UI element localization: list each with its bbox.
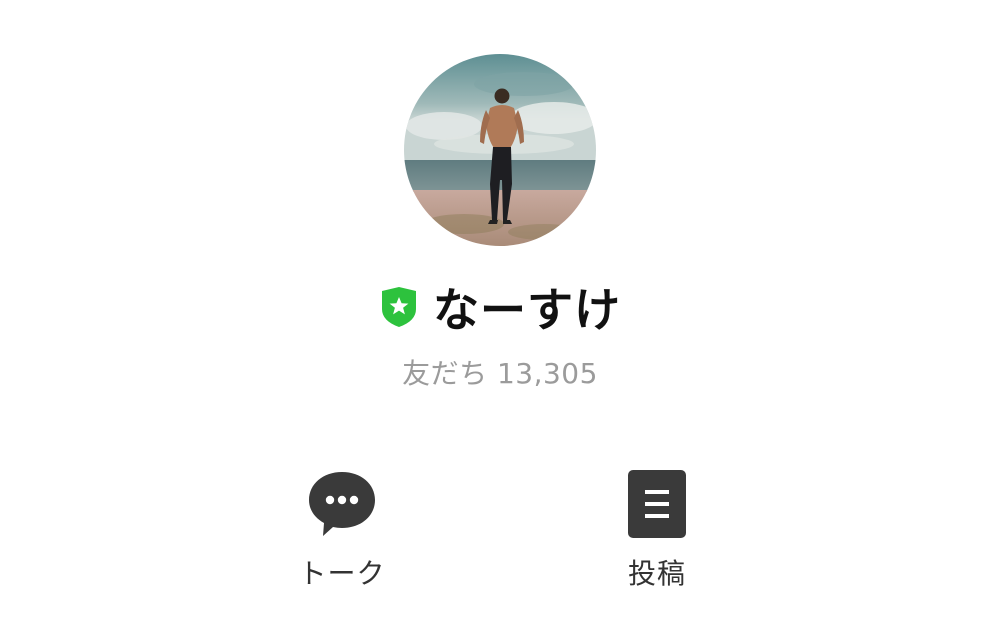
- post-button[interactable]: 投稿: [597, 466, 717, 592]
- chat-bubble-icon: [309, 472, 375, 536]
- post-document-icon: [628, 470, 686, 538]
- talk-label: トーク: [298, 557, 386, 590]
- post-label: 投稿: [627, 557, 686, 590]
- talk-button[interactable]: トーク: [282, 466, 402, 592]
- avatar-photo: [404, 54, 596, 246]
- profile-name-row: なーすけ: [0, 274, 1000, 340]
- friends-count: 友だち 13,305: [402, 357, 598, 390]
- profile-name: なーすけ: [433, 283, 621, 337]
- profile-page: なーすけ 友だち 13,305 トーク 投稿: [0, 0, 1000, 629]
- verified-shield-star-icon: [382, 287, 416, 327]
- profile-avatar[interactable]: [404, 54, 596, 246]
